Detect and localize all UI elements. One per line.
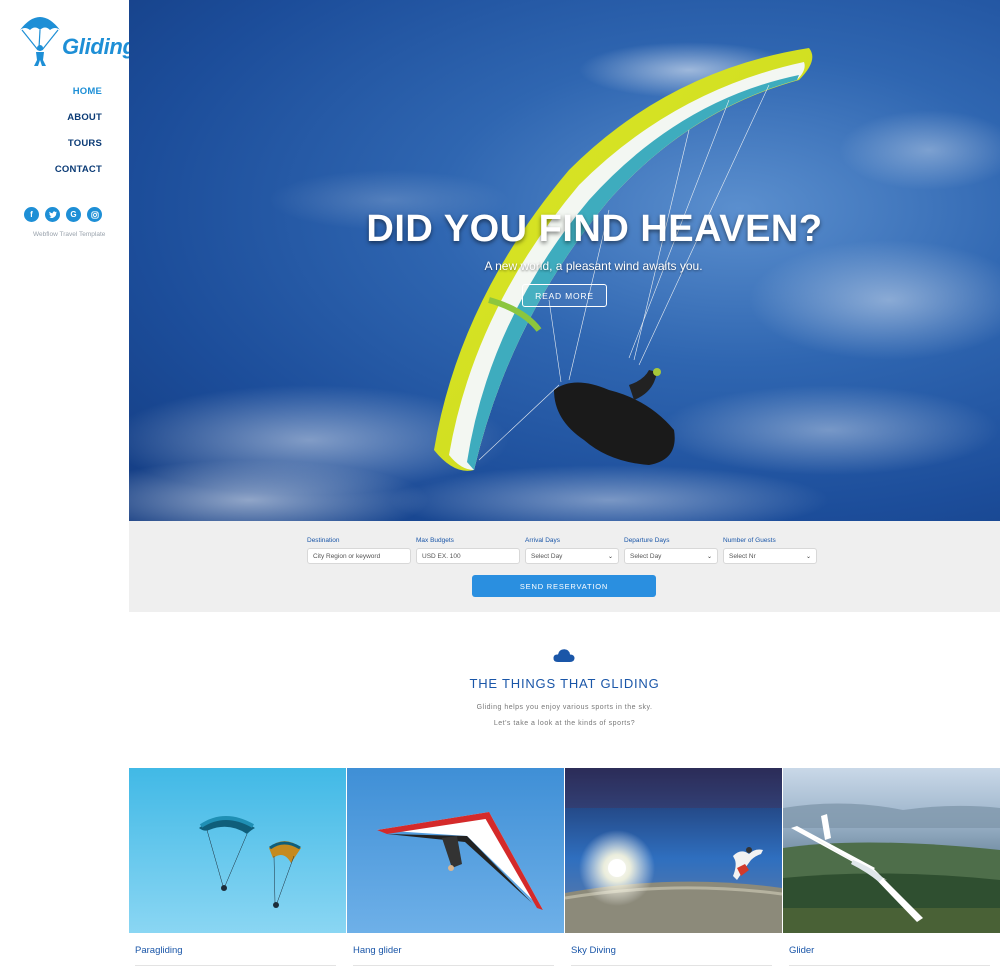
sidebar: Gliding HOME ABOUT TOURS CONTACT f G Web… [0, 0, 136, 970]
reservation-form: Destination City Region or keyword Max B… [129, 521, 1000, 612]
destination-field-group: Destination City Region or keyword [307, 537, 411, 564]
section-text-line-1: Gliding helps you enjoy various sports i… [476, 704, 653, 711]
chevron-down-icon: ⌄ [706, 553, 712, 560]
instagram-icon[interactable] [87, 207, 102, 222]
departure-label: Departure Days [624, 537, 670, 544]
card-hang-glider[interactable]: Hang glider [347, 768, 564, 970]
card-divider [571, 965, 772, 966]
guests-value: Select Nr [729, 552, 756, 560]
cloud-icon [553, 649, 575, 662]
read-more-button[interactable]: READ MORE [522, 284, 607, 307]
departure-value: Select Day [630, 552, 662, 560]
card-label: Sky Diving [571, 945, 616, 956]
card-paragliding[interactable]: Paragliding [129, 768, 346, 970]
send-reservation-button[interactable]: SEND RESERVATION [472, 575, 656, 597]
nav-tours[interactable]: TOURS [55, 136, 102, 162]
budget-field-group: Max Budgets USD EX. 100 [416, 537, 520, 564]
budget-input[interactable]: USD EX. 100 [416, 548, 520, 564]
destination-input[interactable]: City Region or keyword [307, 548, 411, 564]
template-note: Webflow Travel Template [33, 231, 106, 238]
social-links: f G [24, 207, 102, 222]
nav-home[interactable]: HOME [55, 84, 102, 110]
card-label: Hang glider [353, 945, 402, 956]
arrival-value: Select Day [531, 552, 563, 560]
twitter-icon[interactable] [45, 207, 60, 222]
paragliding-image [129, 768, 346, 933]
brand-name: Gliding [62, 34, 136, 59]
nav-about[interactable]: ABOUT [55, 110, 102, 136]
hero-subtitle: A new world, a pleasant wind awaits you. [484, 259, 703, 273]
budget-label: Max Budgets [416, 537, 454, 544]
nav-contact[interactable]: CONTACT [55, 162, 102, 188]
arrival-label: Arrival Days [525, 537, 561, 544]
departure-field-group: Departure Days Select Day ⌄ [624, 537, 718, 564]
google-icon[interactable]: G [66, 207, 81, 222]
chevron-down-icon: ⌄ [607, 553, 613, 560]
card-divider [135, 965, 336, 966]
budget-placeholder: USD EX. 100 [422, 552, 461, 560]
destination-placeholder: City Region or keyword [313, 552, 381, 560]
main-nav: HOME ABOUT TOURS CONTACT [55, 84, 102, 188]
logo[interactable]: Gliding [18, 10, 136, 68]
destination-label: Destination [307, 537, 340, 544]
hero-title: DID YOU FIND HEAVEN? [366, 208, 823, 250]
glider-image [783, 768, 1000, 933]
chevron-down-icon: ⌄ [805, 553, 811, 560]
card-label: Paragliding [135, 945, 183, 956]
card-divider [353, 965, 554, 966]
section-text-line-2: Let's take a look at the kinds of sports… [493, 720, 636, 727]
hang-glider-image [347, 768, 564, 933]
guests-field-group: Number of Guests Select Nr ⌄ [723, 537, 817, 564]
departure-select[interactable]: Select Day ⌄ [624, 548, 718, 564]
guests-select[interactable]: Select Nr ⌄ [723, 548, 817, 564]
facebook-icon[interactable]: f [24, 207, 39, 222]
arrival-select[interactable]: Select Day ⌄ [525, 548, 619, 564]
guests-label: Number of Guests [723, 537, 776, 544]
hero-banner: DID YOU FIND HEAVEN? A new world, a plea… [129, 0, 1000, 521]
card-sky-diving[interactable]: Sky Diving [565, 768, 782, 970]
card-divider [789, 965, 990, 966]
card-label: Glider [789, 945, 815, 956]
sky-diving-image [565, 768, 782, 933]
card-glider[interactable]: Glider [783, 768, 1000, 970]
parachute-logo-icon [20, 17, 60, 66]
arrival-field-group: Arrival Days Select Day ⌄ [525, 537, 619, 564]
section-title: THE THINGS THAT GLIDING [469, 676, 660, 691]
